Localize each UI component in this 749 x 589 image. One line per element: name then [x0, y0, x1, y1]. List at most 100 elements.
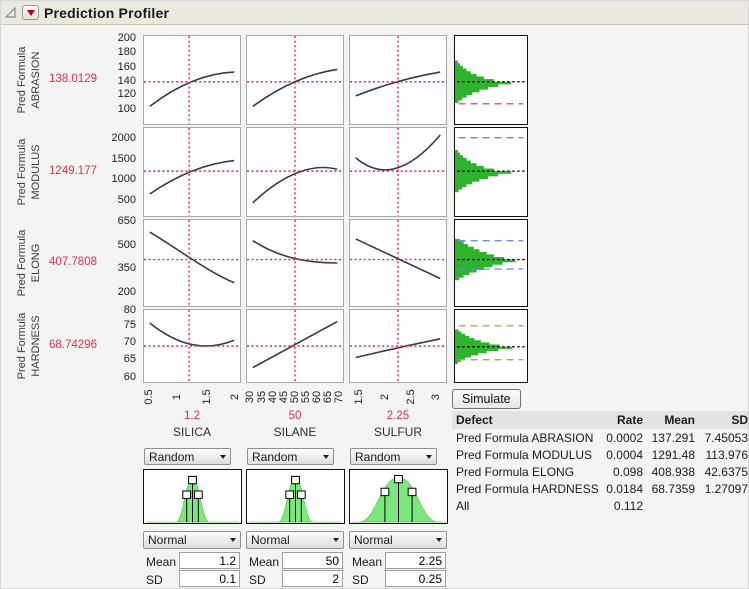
cell-mean: 1291.48 — [643, 448, 695, 462]
silica-distribution-preview[interactable] — [143, 469, 242, 524]
x-tick: 1 — [171, 383, 183, 411]
y-tick: 70 — [124, 336, 136, 348]
factor-current-value[interactable]: 1.2 — [143, 410, 241, 422]
header-rate: Rate — [602, 413, 643, 427]
cell-mean: 68.7359 — [643, 482, 695, 496]
x-tick: 30 — [244, 383, 256, 411]
dropdown-value: Normal — [148, 533, 187, 547]
y-tick: 120 — [118, 88, 136, 100]
silica-random-dropdown[interactable]: Random — [144, 448, 231, 465]
silane-mean-input[interactable] — [282, 552, 343, 569]
cell-rate: 0.0002 — [602, 431, 643, 445]
x-tick: 2 — [229, 383, 241, 411]
sulfur-random-dropdown[interactable]: Random — [350, 448, 437, 465]
silane-sd-input[interactable] — [282, 570, 343, 587]
sd-drag-handle[interactable] — [408, 488, 416, 495]
silane-random-dropdown[interactable]: Random — [247, 448, 334, 465]
x-tick: 35 — [256, 383, 268, 411]
mean-label: Mean — [249, 555, 281, 569]
response-label-line1: Pred Formula — [16, 35, 30, 125]
profile-curve — [150, 161, 234, 194]
response-current-value: 68.74296 — [35, 339, 97, 351]
table-row: All 0.112 — [452, 497, 748, 514]
profile-cell-hardness-silane[interactable] — [246, 309, 344, 383]
cell-defect: Pred Formula HARDNESS — [452, 482, 602, 496]
x-axis-silica: 0.5 1 1.5 2 — [143, 385, 241, 411]
x-axis-sulfur: 1.5 2 2.5 3 — [349, 385, 447, 411]
profile-cell-abrasion-sulfur[interactable] — [349, 35, 447, 125]
profile-cell-abrasion-silica[interactable] — [143, 35, 241, 125]
simulation-histogram-hardness — [454, 309, 528, 383]
profile-cell-abrasion-silane[interactable] — [246, 35, 344, 125]
dropdown-value: Random — [252, 450, 297, 464]
y-tick: 160 — [118, 61, 136, 73]
simulation-histogram-modulus — [454, 127, 528, 217]
table-row: Pred Formula ELONG 0.098 408.938 42.6375 — [452, 463, 748, 480]
profile-cell-elong-silica[interactable] — [143, 219, 241, 307]
x-tick: 70 — [333, 383, 345, 411]
y-tick: 200 — [118, 286, 136, 298]
dropdown-value: Random — [355, 450, 400, 464]
y-tick: 80 — [124, 304, 136, 316]
sd-drag-handle[interactable] — [297, 491, 305, 498]
dropdown-value: Random — [149, 450, 194, 464]
sulfur-mean-input[interactable] — [385, 552, 446, 569]
silica-distribution-dropdown[interactable]: Normal — [143, 531, 241, 549]
silica-mean-input[interactable] — [179, 552, 240, 569]
silane-distribution-dropdown[interactable]: Normal — [246, 531, 344, 549]
header-mean: Mean — [643, 413, 695, 427]
mean-drag-handle[interactable] — [189, 476, 197, 483]
y-tick: 1500 — [112, 153, 136, 165]
sulfur-distribution-preview[interactable] — [349, 469, 448, 524]
cell-rate: 0.0004 — [602, 448, 643, 462]
response-label-line1: Pred Formula — [16, 127, 30, 217]
silica-sd-input[interactable] — [179, 570, 240, 587]
x-tick: 3 — [430, 383, 442, 411]
silane-distribution-preview[interactable] — [246, 469, 345, 524]
chevron-down-icon — [333, 538, 339, 542]
simulate-button[interactable]: Simulate — [452, 389, 521, 409]
sulfur-sd-input[interactable] — [385, 570, 446, 587]
profile-cell-modulus-silica[interactable] — [143, 127, 241, 217]
profile-cell-hardness-sulfur[interactable] — [349, 309, 447, 383]
factor-current-value[interactable]: 2.25 — [349, 410, 447, 422]
profile-cell-modulus-silane[interactable] — [246, 127, 344, 217]
simulation-histogram-elong — [454, 219, 528, 307]
y-tick: 500 — [118, 194, 136, 206]
y-tick: 1000 — [112, 173, 136, 185]
cell-sd: 113.976 — [695, 448, 748, 462]
cell-defect: All — [452, 499, 602, 513]
factor-current-value[interactable]: 50 — [246, 410, 344, 422]
mean-drag-handle[interactable] — [395, 475, 403, 482]
profile-cell-modulus-sulfur[interactable] — [349, 127, 447, 217]
profile-cell-elong-silane[interactable] — [246, 219, 344, 307]
dropdown-value: Normal — [354, 533, 393, 547]
mean-drag-handle[interactable] — [292, 476, 300, 483]
y-tick: 350 — [118, 262, 136, 274]
sd-drag-handle[interactable] — [183, 491, 191, 498]
defect-table-header: Defect Rate Mean SD — [452, 411, 748, 429]
profile-cell-hardness-silica[interactable] — [143, 309, 241, 383]
sulfur-distribution-dropdown[interactable]: Normal — [349, 531, 447, 549]
x-tick: 0.5 — [143, 383, 155, 411]
chevron-down-icon — [220, 455, 226, 459]
sd-drag-handle[interactable] — [194, 491, 202, 498]
cell-sd: 42.6375 — [695, 465, 748, 479]
x-axis-silane: 30 35 40 45 50 55 60 65 70 — [246, 385, 344, 411]
cell-defect: Pred Formula ABRASION — [452, 431, 602, 445]
page-title: Prediction Profiler — [44, 5, 169, 21]
x-tick: 1.5 — [201, 383, 213, 411]
profile-curve — [150, 72, 234, 106]
cell-mean: 137.291 — [643, 431, 695, 445]
response-label-line1: Pred Formula — [16, 218, 30, 308]
y-axis-modulus: 2000 1500 1000 500 — [99, 127, 139, 217]
factor-name: SULFUR — [349, 425, 447, 439]
sd-drag-handle[interactable] — [286, 491, 294, 498]
outline-disclosure-icon[interactable] — [5, 7, 17, 19]
header-defect: Defect — [452, 413, 602, 427]
red-triangle-menu-button[interactable] — [22, 5, 39, 20]
sd-drag-handle[interactable] — [381, 488, 389, 495]
table-row: Pred Formula ABRASION 0.0002 137.291 7.4… — [452, 429, 748, 446]
profile-cell-elong-sulfur[interactable] — [349, 219, 447, 307]
factor-name: SILICA — [143, 425, 241, 439]
